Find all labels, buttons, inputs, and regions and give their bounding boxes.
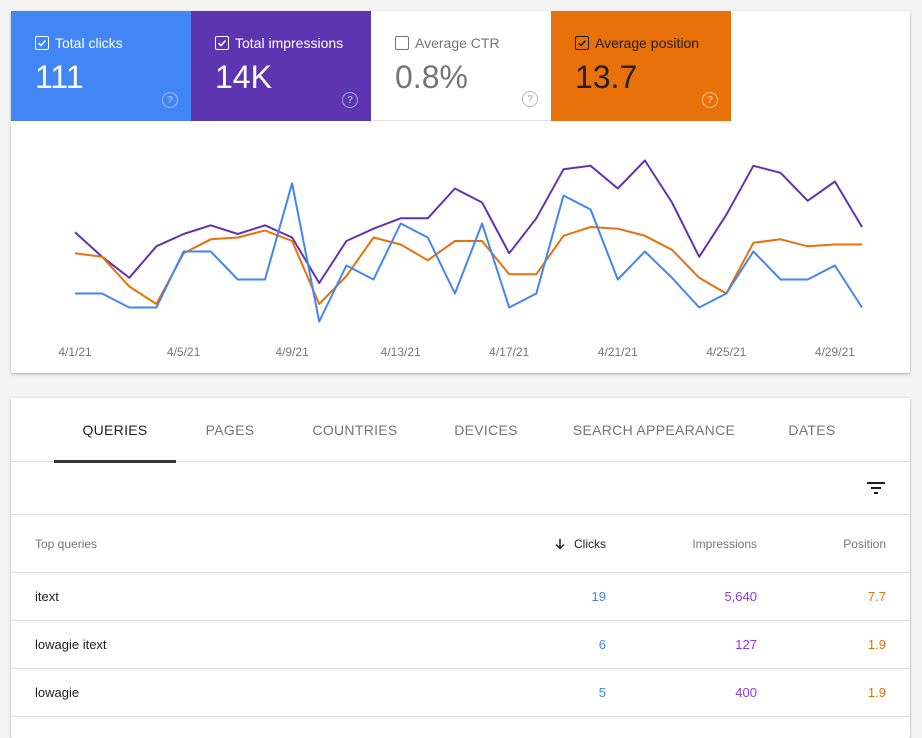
performance-line-chart[interactable]: 4/1/21 4/5/21 4/9/21 4/13/21 4/17/21 4/21/21 4… xyxy=(11,121,910,373)
x-tick-label: 4/5/21 xyxy=(167,345,201,359)
metric-label-text: Average position xyxy=(595,35,700,51)
impressions-cell: 127 xyxy=(735,637,757,652)
table-row[interactable]: lowagie 5 400 1.9 xyxy=(11,669,910,717)
x-tick-label: 4/25/21 xyxy=(706,345,746,359)
filter-bar xyxy=(11,462,910,515)
query-cell: itext xyxy=(35,589,59,604)
filter-list-icon[interactable] xyxy=(866,478,886,498)
header-impressions[interactable]: Impressions xyxy=(692,515,757,572)
tab-dates[interactable]: DATES xyxy=(767,398,857,462)
help-icon[interactable]: ? xyxy=(702,92,718,108)
tab-search-appearance[interactable]: SEARCH APPEARANCE xyxy=(564,398,744,462)
arrow-downward-icon xyxy=(555,538,565,550)
x-tick-label: 4/21/21 xyxy=(598,345,638,359)
dimension-tabs: QUERIES PAGES COUNTRIES DEVICES SEARCH A… xyxy=(11,398,910,463)
position-cell: 1.9 xyxy=(867,685,886,700)
series-layer xyxy=(74,159,863,323)
table-row[interactable]: lowagie itext 6 127 1.9 xyxy=(11,621,910,669)
tab-countries[interactable]: COUNTRIES xyxy=(294,398,416,462)
metric-cards: Total clicks 111 ? Total impressions 14K… xyxy=(11,11,731,121)
impressions-cell: 5,640 xyxy=(724,589,757,604)
checkbox-checked-icon[interactable] xyxy=(35,36,49,50)
metric-label-text: Total clicks xyxy=(55,35,123,51)
metric-value: 14K xyxy=(215,59,272,95)
clicks-cell: 6 xyxy=(598,637,606,652)
checkbox-unchecked-icon[interactable] xyxy=(395,36,409,50)
help-icon[interactable]: ? xyxy=(522,91,538,107)
metric-value: 111 xyxy=(35,59,84,95)
header-clicks-label: Clicks xyxy=(574,536,606,551)
metric-label-text: Total impressions xyxy=(235,35,344,51)
series-line-total-clicks[interactable] xyxy=(75,182,863,323)
clicks-cell: 19 xyxy=(591,589,606,604)
metric-card-total-impressions[interactable]: Total impressions 14K ? xyxy=(191,11,371,121)
x-tick-label: 4/13/21 xyxy=(381,345,421,359)
metric-label: Average position xyxy=(575,35,699,51)
tab-pages[interactable]: PAGES xyxy=(176,398,284,462)
metric-card-average-ctr[interactable]: Average CTR 0.8% ? xyxy=(371,11,551,121)
metric-label: Total clicks xyxy=(35,35,123,51)
metric-value: 0.8% xyxy=(395,59,468,95)
metric-card-average-position[interactable]: Average position 13.7 ? xyxy=(551,11,731,121)
tab-devices[interactable]: DEVICES xyxy=(431,398,541,462)
header-position[interactable]: Position xyxy=(843,515,886,572)
x-tick-label: 4/17/21 xyxy=(489,345,529,359)
metric-label: Total impressions xyxy=(215,35,343,51)
metric-label: Average CTR xyxy=(395,35,500,51)
position-cell: 1.9 xyxy=(867,637,886,652)
metric-value: 13.7 xyxy=(575,59,638,95)
tab-queries[interactable]: QUERIES xyxy=(54,398,176,463)
query-cell: lowagie itext xyxy=(35,637,107,652)
dimensions-table-card: QUERIES PAGES COUNTRIES DEVICES SEARCH A… xyxy=(11,398,910,738)
position-cell: 7.7 xyxy=(867,589,886,604)
performance-card: Total clicks 111 ? Total impressions 14K… xyxy=(11,11,910,373)
impressions-cell: 400 xyxy=(735,685,757,700)
table-row[interactable]: itext 19 5,640 7.7 xyxy=(11,573,910,621)
help-icon[interactable]: ? xyxy=(162,92,178,108)
query-cell: lowagie xyxy=(35,685,80,700)
help-icon[interactable]: ? xyxy=(342,92,358,108)
x-tick-label: 4/9/21 xyxy=(275,345,309,359)
checkbox-checked-icon[interactable] xyxy=(575,36,589,50)
checkbox-checked-icon[interactable] xyxy=(215,36,229,50)
header-clicks[interactable]: Clicks xyxy=(554,515,606,572)
x-tick-label: 4/29/21 xyxy=(815,345,855,359)
clicks-cell: 5 xyxy=(598,685,606,700)
metric-label-text: Average CTR xyxy=(415,35,500,51)
x-tick-label: 4/1/21 xyxy=(58,345,92,359)
table-header: Top queries Clicks Impressions Position xyxy=(11,515,910,573)
x-axis-ticks: 4/1/21 4/5/21 4/9/21 4/13/21 4/17/21 4/21/21 4… xyxy=(58,345,855,359)
header-top-queries[interactable]: Top queries xyxy=(35,515,97,572)
metric-card-total-clicks[interactable]: Total clicks 111 ? xyxy=(11,11,191,121)
